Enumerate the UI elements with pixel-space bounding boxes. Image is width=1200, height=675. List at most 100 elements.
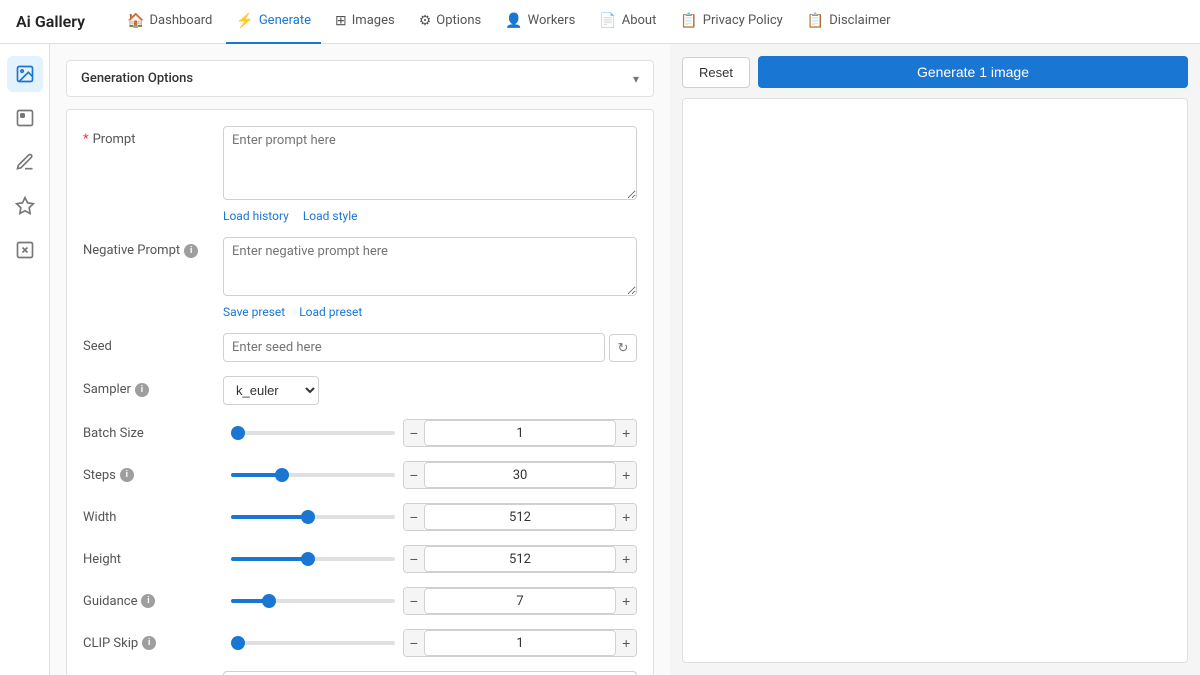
clip-skip-value[interactable] bbox=[424, 630, 617, 656]
main-content: Generation Options ▾ * Prompt Load histo… bbox=[50, 44, 1200, 675]
main-layout: Generation Options ▾ * Prompt Load histo… bbox=[0, 44, 1200, 675]
guidance-increment[interactable]: + bbox=[616, 588, 636, 614]
nav-about[interactable]: 📄 About bbox=[589, 0, 666, 44]
seed-row: Seed ↻ bbox=[83, 333, 637, 362]
batch-size-label: Batch Size bbox=[83, 426, 223, 441]
prompt-links: Load history Load style bbox=[223, 209, 637, 223]
batch-size-decrement[interactable]: − bbox=[404, 420, 424, 446]
images-nav-icon: ⊞ bbox=[335, 13, 347, 29]
clip-skip-label: CLIP Skip i bbox=[83, 636, 223, 651]
height-row: Height − + bbox=[83, 545, 637, 573]
nav-images[interactable]: ⊞ Images bbox=[325, 0, 405, 44]
clip-skip-control: − + bbox=[403, 629, 637, 657]
guidance-control: − + bbox=[403, 587, 637, 615]
height-slider[interactable] bbox=[231, 557, 395, 561]
sampler-row: Sampler i k_euler k_euler_a k_dpm_2 k_lm… bbox=[83, 376, 637, 405]
batch-size-slider-wrap: − + bbox=[231, 419, 637, 447]
nav-generate[interactable]: ⚡ Generate bbox=[226, 0, 321, 44]
steps-label: Steps i bbox=[83, 468, 223, 483]
prompt-textarea[interactable] bbox=[223, 126, 637, 200]
nav-options[interactable]: ⚙ Options bbox=[409, 0, 492, 44]
clip-skip-increment[interactable]: + bbox=[616, 630, 636, 656]
nav-disclaimer[interactable]: 📋 Disclaimer bbox=[797, 0, 901, 44]
seed-input[interactable] bbox=[223, 333, 605, 362]
nav-workers[interactable]: 👤 Workers bbox=[495, 0, 585, 44]
guidance-row: Guidance i − + bbox=[83, 587, 637, 615]
nav-dashboard[interactable]: 🏠 Dashboard bbox=[117, 0, 222, 44]
options-nav-icon: ⚙ bbox=[419, 13, 432, 29]
save-preset-link[interactable]: Save preset bbox=[223, 305, 285, 319]
width-row: Width − + bbox=[83, 503, 637, 531]
height-value[interactable] bbox=[424, 546, 617, 572]
height-increment[interactable]: + bbox=[616, 546, 636, 572]
load-preset-link[interactable]: Load preset bbox=[299, 305, 362, 319]
steps-slider[interactable] bbox=[231, 473, 395, 477]
steps-value[interactable] bbox=[424, 462, 617, 488]
height-label: Height bbox=[83, 552, 223, 567]
batch-size-control: − + bbox=[403, 419, 637, 447]
clip-skip-row: CLIP Skip i − + bbox=[83, 629, 637, 657]
generate-nav-icon: ⚡ bbox=[236, 13, 253, 29]
steps-increment[interactable]: + bbox=[616, 462, 636, 488]
sampler-field-content: k_euler k_euler_a k_dpm_2 k_lms DDIM bbox=[223, 376, 637, 405]
width-increment[interactable]: + bbox=[616, 504, 636, 530]
model-label: Model i bbox=[83, 671, 223, 675]
clip-skip-decrement[interactable]: − bbox=[404, 630, 424, 656]
clip-skip-slider[interactable] bbox=[231, 641, 395, 645]
right-top-controls: Reset Generate 1 image bbox=[682, 56, 1188, 88]
options-body: * Prompt Load history Load style Nega bbox=[66, 109, 654, 675]
reset-button[interactable]: Reset bbox=[682, 57, 750, 88]
guidance-label: Guidance i bbox=[83, 594, 223, 609]
width-decrement[interactable]: − bbox=[404, 504, 424, 530]
generation-options-header[interactable]: Generation Options ▾ bbox=[66, 60, 654, 97]
sidebar-item-enhance[interactable] bbox=[7, 232, 43, 268]
disclaimer-nav-icon: 📋 bbox=[807, 13, 824, 29]
steps-control: − + bbox=[403, 461, 637, 489]
sidebar-item-inpaint[interactable] bbox=[7, 100, 43, 136]
width-control: − + bbox=[403, 503, 637, 531]
workers-nav-icon: 👤 bbox=[505, 13, 522, 29]
guidance-info-icon: i bbox=[141, 594, 155, 608]
sidebar bbox=[0, 44, 50, 675]
height-decrement[interactable]: − bbox=[404, 546, 424, 572]
nav-items: 🏠 Dashboard ⚡ Generate ⊞ Images ⚙ Option… bbox=[117, 0, 901, 44]
height-slider-wrap: − + bbox=[231, 545, 637, 573]
load-style-link[interactable]: Load style bbox=[303, 209, 358, 223]
prompt-row: * Prompt Load history Load style bbox=[83, 126, 637, 223]
steps-info-icon: i bbox=[120, 468, 134, 482]
section-title: Generation Options bbox=[81, 71, 193, 86]
batch-size-increment[interactable]: + bbox=[616, 420, 636, 446]
seed-field-content: ↻ bbox=[223, 333, 637, 362]
generate-button[interactable]: Generate 1 image bbox=[758, 56, 1188, 88]
load-history-link[interactable]: Load history bbox=[223, 209, 289, 223]
width-label: Width bbox=[83, 510, 223, 525]
steps-decrement[interactable]: − bbox=[404, 462, 424, 488]
seed-refresh-button[interactable]: ↻ bbox=[609, 334, 637, 362]
negative-prompt-textarea[interactable] bbox=[223, 237, 637, 296]
home-icon: 🏠 bbox=[127, 13, 144, 29]
negative-prompt-row: Negative Prompt i Save preset Load prese… bbox=[83, 237, 637, 319]
sidebar-item-brush[interactable] bbox=[7, 144, 43, 180]
negative-prompt-label: Negative Prompt i bbox=[83, 237, 223, 258]
clip-skip-slider-wrap: − + bbox=[231, 629, 637, 657]
sidebar-item-generate[interactable] bbox=[7, 56, 43, 92]
model-select[interactable]: ICBINP - I Can't Believe I ▾ bbox=[223, 671, 637, 675]
guidance-slider[interactable] bbox=[231, 599, 395, 603]
sidebar-item-favorites[interactable] bbox=[7, 188, 43, 224]
chevron-down-icon: ▾ bbox=[633, 72, 639, 86]
guidance-value[interactable] bbox=[424, 588, 617, 614]
batch-size-slider[interactable] bbox=[231, 431, 395, 435]
model-field-content: ICBINP - I Can't Believe I ▾ bbox=[223, 671, 637, 675]
negative-prompt-field-content: Save preset Load preset bbox=[223, 237, 637, 319]
sampler-info-icon: i bbox=[135, 383, 149, 397]
sampler-label: Sampler i bbox=[83, 376, 223, 397]
right-panel: Reset Generate 1 image bbox=[670, 44, 1200, 675]
nav-privacy[interactable]: 📋 Privacy Policy bbox=[670, 0, 792, 44]
app-title: Ai Gallery bbox=[16, 12, 85, 31]
width-slider[interactable] bbox=[231, 515, 395, 519]
steps-row: Steps i − + bbox=[83, 461, 637, 489]
sampler-select[interactable]: k_euler k_euler_a k_dpm_2 k_lms DDIM bbox=[223, 376, 319, 405]
guidance-decrement[interactable]: − bbox=[404, 588, 424, 614]
width-value[interactable] bbox=[424, 504, 617, 530]
batch-size-value[interactable] bbox=[424, 420, 617, 446]
